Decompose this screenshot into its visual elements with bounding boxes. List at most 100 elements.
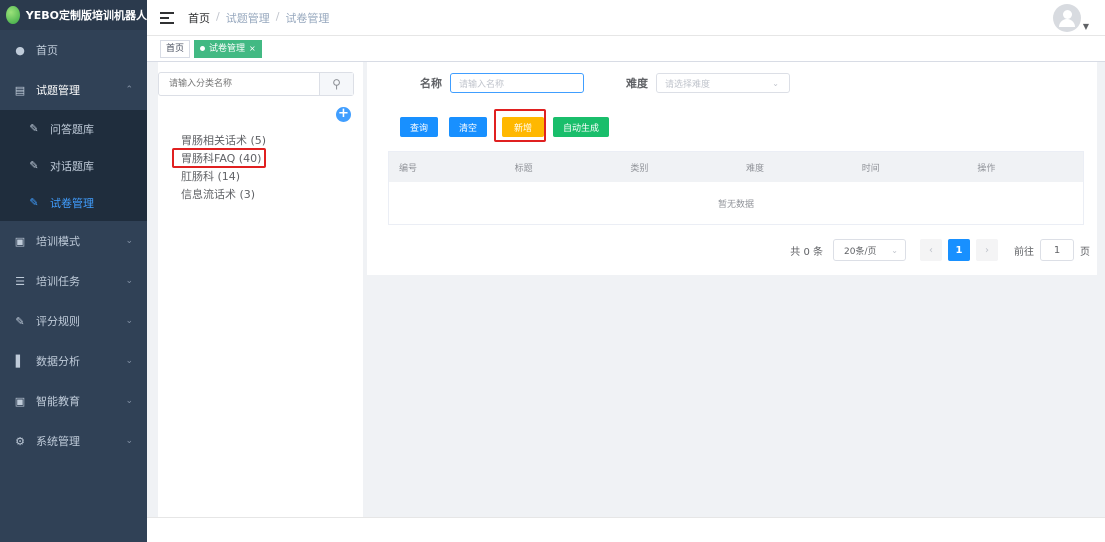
column-header: 标题 <box>514 163 533 174</box>
gear-icon: ⚙ <box>15 434 25 448</box>
page-number[interactable]: 1 <box>948 239 970 261</box>
edit-icon: ✎ <box>29 196 39 209</box>
sidebar-item-question-management[interactable]: ▤ 试题管理 ⌃ <box>0 70 147 110</box>
category-tree-panel: ⚲ + 胃肠相关话术 (5) 胃肠科FAQ (40) 肛肠科 (14) 信息流话… <box>158 62 363 517</box>
list-icon: ☰ <box>15 274 25 288</box>
chevron-up-icon: ⌃ <box>125 85 133 95</box>
tag-exam-paper[interactable]: 试卷管理 × <box>194 39 262 58</box>
sidebar-item-label: 系统管理 <box>36 435 80 448</box>
breadcrumb-question-management: 试题管理 <box>225 11 270 25</box>
query-button[interactable]: 查询 <box>400 117 439 137</box>
sidebar-item-label: 智能教育 <box>36 395 80 408</box>
page-suffix: 页 <box>1080 246 1090 258</box>
sidebar-item-label: 培训模式 <box>36 235 80 248</box>
sidebar-item-training-mode[interactable]: ▣ 培训模式 ⌄ <box>0 221 147 261</box>
edit-icon: ✎ <box>29 159 39 172</box>
sidebar-item-label: 首页 <box>36 44 58 57</box>
sidebar-item-scoring-rules[interactable]: ✎ 评分规则 ⌄ <box>0 301 147 341</box>
sidebar-item-label: 评分规则 <box>36 315 80 328</box>
difficulty-select[interactable]: 请选择难度 ⌄ <box>656 73 790 93</box>
clear-button[interactable]: 清空 <box>449 117 488 137</box>
book-icon: ▤ <box>14 83 26 97</box>
column-header: 类别 <box>630 163 649 174</box>
sidebar-item-label: 数据分析 <box>36 355 80 368</box>
app-title: YEBO定制版培训机器人 <box>25 9 147 22</box>
chevron-down-icon: ⌄ <box>772 78 779 88</box>
highlight-box <box>172 148 266 168</box>
bar-chart-icon: ▌ <box>15 354 25 368</box>
name-label: 名称 <box>420 77 442 90</box>
pagination: 共 0 条 20条/页 ⌄ ‹ 1 › 前往 1 页 <box>790 239 1090 261</box>
category-search: ⚲ <box>158 72 354 96</box>
active-dot-icon <box>200 46 206 51</box>
logo-icon <box>6 6 20 24</box>
logo[interactable]: YEBO定制版培训机器人 <box>0 0 147 30</box>
tree-node[interactable]: 信息流话术 (3) <box>181 186 266 204</box>
difficulty-label: 难度 <box>626 77 648 90</box>
sidebar-item-label: 试卷管理 <box>50 196 94 210</box>
sidebar-item-home[interactable]: ● 首页 <box>0 30 147 70</box>
tag-home[interactable]: 首页 <box>160 39 191 58</box>
tag-label: 试卷管理 <box>209 43 246 54</box>
empty-state: 暂无数据 <box>717 200 754 210</box>
next-page-button[interactable]: › <box>976 239 998 261</box>
breadcrumb-home[interactable]: 首页 <box>188 10 210 26</box>
category-search-input[interactable] <box>159 73 319 95</box>
category-tree: 胃肠相关话术 (5) 胃肠科FAQ (40) 肛肠科 (14) 信息流话术 (3… <box>181 132 266 204</box>
search-icon[interactable]: ⚲ <box>319 73 353 95</box>
footer <box>147 517 1105 542</box>
sidebar-item-dialog-bank[interactable]: ✎ 对话题库 <box>0 147 147 184</box>
breadcrumb-separator: / <box>216 9 220 23</box>
sidebar-item-label: 培训任务 <box>36 275 80 288</box>
breadcrumb: 首页 / 试题管理 / 试卷管理 <box>188 10 329 26</box>
prev-page-button[interactable]: ‹ <box>920 239 942 261</box>
chevron-down-icon: ⌄ <box>891 245 898 255</box>
exam-paper-table: 编号 标题 类别 难度 时间 操作 暂无数据 <box>388 151 1084 225</box>
sidebar-item-data-analysis[interactable]: ▌ 数据分析 ⌄ <box>0 341 147 381</box>
edit-icon: ✎ <box>29 122 39 135</box>
page-size-select[interactable]: 20条/页 ⌄ <box>833 239 906 261</box>
edit-icon: ✎ <box>15 314 25 328</box>
sidebar-item-smart-education[interactable]: ▣ 智能教育 ⌄ <box>0 381 147 421</box>
goto-page-input[interactable]: 1 <box>1040 239 1074 261</box>
chevron-down-icon: ⌄ <box>125 436 133 446</box>
chevron-down-icon: ⌄ <box>125 236 133 246</box>
user-icon <box>1062 10 1072 19</box>
highlight-box <box>494 109 546 142</box>
screen-icon: ▣ <box>14 394 26 408</box>
add-category-button[interactable]: + <box>336 107 351 122</box>
total-count: 共 0 条 <box>790 246 823 258</box>
top-navbar: 首页 / 试题管理 / 试卷管理 ▼ <box>147 0 1105 36</box>
auto-generate-button[interactable]: 自动生成 <box>553 117 610 137</box>
chevron-down-icon: ⌄ <box>125 356 133 366</box>
chevron-down-icon: ⌄ <box>125 316 133 326</box>
sidebar-item-exam-paper[interactable]: ✎ 试卷管理 <box>0 184 147 221</box>
hamburger-icon[interactable] <box>160 11 174 24</box>
page-size-value: 20条/页 <box>844 246 877 257</box>
tree-node[interactable]: 肛肠科 (14) <box>181 168 266 186</box>
table-header: 编号 标题 类别 难度 时间 操作 <box>389 152 1083 182</box>
filter-form: 名称 请输入名称 难度 请选择难度 ⌄ <box>367 73 790 93</box>
name-input[interactable]: 请输入名称 <box>450 73 584 93</box>
goto-label: 前往 <box>1014 246 1034 258</box>
column-header: 难度 <box>746 163 765 174</box>
submenu: ✎ 问答题库 ✎ 对话题库 ✎ 试卷管理 <box>0 110 147 221</box>
breadcrumb-current: 试卷管理 <box>285 11 330 25</box>
caret-down-icon[interactable]: ▼ <box>1083 22 1089 31</box>
sidebar-item-label: 问答题库 <box>50 122 94 136</box>
sidebar-item-label: 对话题库 <box>50 159 94 173</box>
tags-view: 首页 试卷管理 × <box>147 36 1105 62</box>
chevron-down-icon: ⌄ <box>125 396 133 406</box>
sidebar-item-training-task[interactable]: ☰ 培训任务 ⌄ <box>0 261 147 301</box>
column-header: 编号 <box>399 163 418 174</box>
column-header: 时间 <box>861 163 880 174</box>
sidebar-item-qa-bank[interactable]: ✎ 问答题库 <box>0 110 147 147</box>
column-header: 操作 <box>977 163 996 174</box>
breadcrumb-separator: / <box>275 9 280 23</box>
sidebar-item-system-management[interactable]: ⚙ 系统管理 ⌄ <box>0 421 147 461</box>
dashboard-icon: ● <box>15 43 25 57</box>
monitor-icon: ▣ <box>14 234 26 248</box>
close-icon[interactable]: × <box>249 41 256 57</box>
user-avatar[interactable] <box>1053 4 1081 32</box>
sidebar-item-label: 试题管理 <box>36 84 80 97</box>
